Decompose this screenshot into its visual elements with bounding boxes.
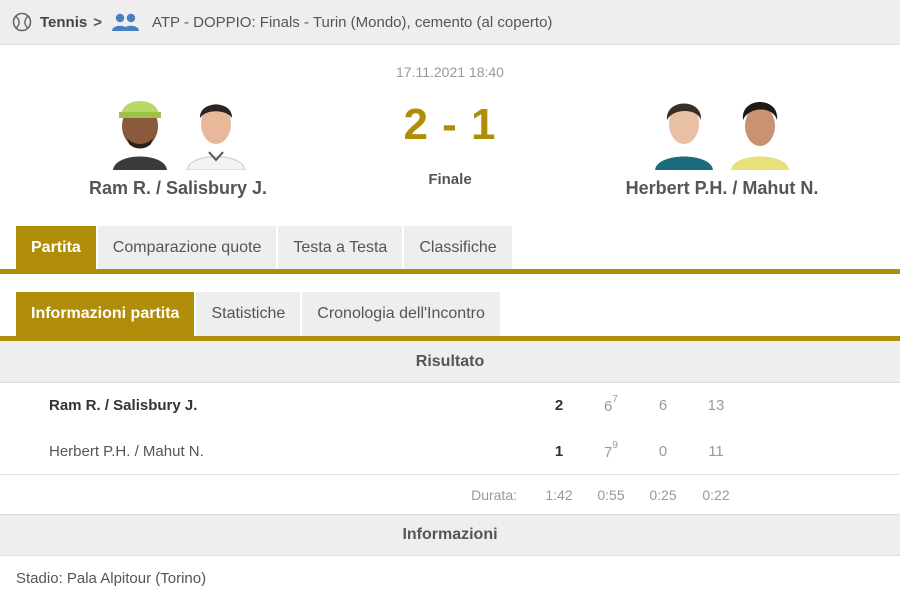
main-tabs: Partita Comparazione quote Testa a Testa… xyxy=(16,226,512,270)
result-heading: Risultato xyxy=(0,341,900,383)
set-2-duration: 0:25 xyxy=(649,487,677,503)
breadcrumb-sport-link[interactable]: Tennis xyxy=(40,14,87,31)
away-team-name[interactable]: Herbert P.H. / Mahut N. xyxy=(572,178,872,199)
player-photo xyxy=(731,102,789,170)
tab-classifiche[interactable]: Classifiche xyxy=(404,226,512,270)
home-team[interactable]: Ram R. / Salisbury J. xyxy=(28,88,328,199)
sub-tabs: Informazioni partita Statistiche Cronolo… xyxy=(16,292,500,336)
set-2-score: 6 xyxy=(658,397,668,414)
duration-row: Durata: 1:42 0:55 0:25 0:22 xyxy=(0,475,900,513)
player-photo xyxy=(186,104,246,170)
doubles-players-icon xyxy=(112,13,139,31)
breadcrumb-tournament-link[interactable]: ATP - DOPPIO: Finals - Turin (Mondo), ce… xyxy=(152,14,552,31)
total-duration: 1:42 xyxy=(545,487,573,503)
stadium-info: Stadio: Pala Alpitour (Torino) xyxy=(16,570,207,587)
tab-partita[interactable]: Partita xyxy=(16,226,96,270)
sets-won: 1 xyxy=(554,443,564,460)
breadcrumb: Tennis > ATP - DOPPIO: Finals - Turin (M… xyxy=(0,0,900,45)
breadcrumb-separator: > xyxy=(93,13,102,31)
tab-cronologia[interactable]: Cronologia dell'Incontro xyxy=(302,292,500,336)
sets-won: 2 xyxy=(554,397,564,414)
home-team-name[interactable]: Ram R. / Salisbury J. xyxy=(28,178,328,199)
tab-underline xyxy=(0,269,900,274)
set-3-score: 11 xyxy=(708,443,724,460)
tab-informazioni-partita[interactable]: Informazioni partita xyxy=(16,292,195,336)
match-status: Finale xyxy=(428,171,472,188)
score-row-away: Herbert P.H. / Mahut N. 1 79 0 11 xyxy=(0,430,900,474)
away-team[interactable]: Herbert P.H. / Mahut N. xyxy=(572,88,872,199)
set-1-duration: 0:55 xyxy=(597,487,625,503)
tab-testa-a-testa[interactable]: Testa a Testa xyxy=(278,226,403,270)
score-row-home: Ram R. / Salisbury J. 2 67 6 13 xyxy=(0,384,900,428)
score-row-team-name[interactable]: Ram R. / Salisbury J. xyxy=(49,397,197,414)
set-1-score: 67 xyxy=(604,394,618,415)
set-3-score: 13 xyxy=(707,397,725,414)
match-datetime: 17.11.2021 18:40 xyxy=(396,64,504,80)
duration-label: Durata: xyxy=(471,487,517,503)
tab-statistiche[interactable]: Statistiche xyxy=(196,292,301,336)
set-2-score: 0 xyxy=(658,443,668,460)
player-photo xyxy=(113,101,167,170)
match-score: 2 - 1 xyxy=(403,100,497,149)
player-photo xyxy=(655,103,713,170)
tiebreak-score: 9 xyxy=(612,440,618,451)
tennis-ball-icon xyxy=(12,12,32,32)
tiebreak-score: 7 xyxy=(612,394,618,405)
tab-comparazione-quote[interactable]: Comparazione quote xyxy=(97,226,277,270)
set-3-duration: 0:22 xyxy=(702,487,730,503)
set-1-score: 79 xyxy=(604,440,618,461)
info-heading: Informazioni xyxy=(0,514,900,556)
score-row-team-name[interactable]: Herbert P.H. / Mahut N. xyxy=(49,443,204,460)
